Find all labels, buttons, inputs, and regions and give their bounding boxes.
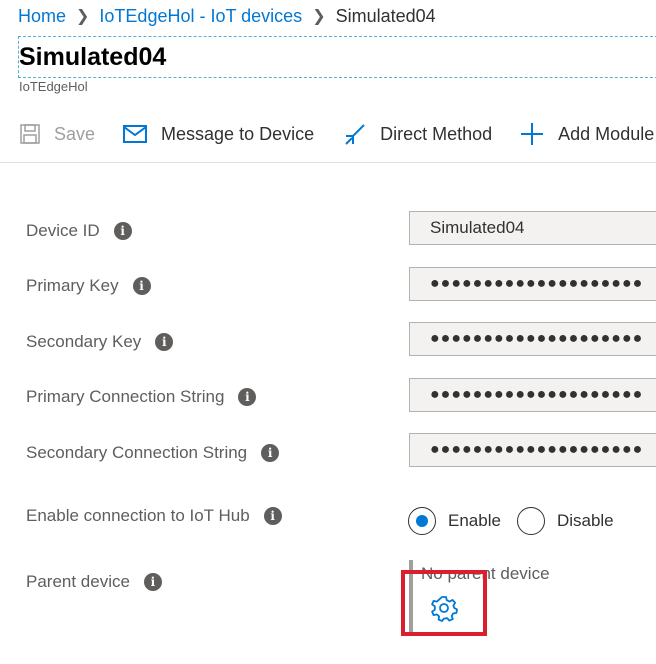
device-id-field[interactable]: Simulated04 [409, 211, 656, 245]
primary-key-label-text: Primary Key [26, 276, 119, 295]
breadcrumb: Home ❯ IoTEdgeHol - IoT devices ❯ Simula… [18, 4, 436, 28]
device-id-label-text: Device ID [26, 221, 100, 240]
title-focus-box: Simulated04 [18, 36, 656, 78]
secondary-key-field[interactable]: ●●●●●●●●●●●●●●●●●●●● [409, 322, 656, 356]
add-module-button[interactable]: Add Module [520, 110, 654, 158]
add-module-label: Add Module [558, 123, 655, 144]
secondary-connection-string-field[interactable]: ●●●●●●●●●●●●●●●●●●●● [409, 433, 656, 467]
info-icon[interactable]: i [155, 333, 174, 351]
breadcrumb-iot-devices[interactable]: IoTEdgeHol - IoT devices [99, 6, 302, 27]
page-subtitle: IoTEdgeHol [19, 79, 88, 94]
primary-connection-string-field[interactable]: ●●●●●●●●●●●●●●●●●●●● [409, 378, 656, 412]
page-title: Simulated04 [19, 43, 167, 71]
primary-key-field[interactable]: ●●●●●●●●●●●●●●●●●●●● [409, 267, 656, 301]
save-icon [20, 124, 40, 144]
save-label: Save [54, 123, 96, 144]
disable-radio[interactable]: Disable [516, 507, 614, 535]
chevron-right-icon: ❯ [312, 8, 326, 25]
enable-radio[interactable]: Enable [408, 507, 501, 535]
gear-icon[interactable] [430, 594, 458, 622]
secondary-connection-string-label-text: Secondary Connection String [26, 443, 248, 462]
message-to-device-label: Message to Device [161, 123, 315, 144]
message-to-device-button[interactable]: Message to Device [123, 110, 314, 158]
envelope-icon [123, 125, 148, 143]
plus-icon [521, 123, 544, 145]
chevron-right-icon: ❯ [76, 8, 90, 25]
device-id-label: Device ID i [26, 221, 132, 241]
direct-method-label: Direct Method [380, 123, 493, 144]
breadcrumb-home[interactable]: Home [18, 6, 66, 27]
radio-checked-icon[interactable] [408, 507, 436, 535]
info-icon[interactable]: i [143, 573, 162, 591]
secondary-key-label: Secondary Key i [26, 332, 174, 352]
direct-method-button[interactable]: Direct Method [344, 110, 492, 158]
parent-device-label: Parent device i [26, 572, 162, 592]
primary-key-label: Primary Key i [26, 276, 151, 296]
breadcrumb-current: Simulated04 [335, 5, 436, 26]
primary-connection-string-label: Primary Connection String i [26, 387, 257, 407]
toolbar-divider [0, 162, 656, 163]
primary-connection-string-label-text: Primary Connection String [26, 387, 225, 406]
command-bar: Save Message to Device Direct Method Add… [0, 110, 656, 158]
enable-connection-label: Enable connection to IoT Hub i [26, 506, 282, 526]
info-icon[interactable]: i [263, 507, 282, 525]
secondary-connection-string-label: Secondary Connection String i [26, 443, 280, 463]
save-button[interactable]: Save [20, 110, 95, 158]
info-icon[interactable]: i [132, 277, 151, 295]
info-icon[interactable]: i [113, 222, 132, 240]
enable-radio-label: Enable [448, 511, 501, 530]
info-icon[interactable]: i [238, 388, 257, 406]
radio-unchecked-icon[interactable] [516, 507, 545, 535]
direct-method-icon [345, 124, 365, 145]
parent-device-label-text: Parent device [26, 572, 130, 591]
info-icon[interactable]: i [261, 444, 280, 462]
enable-connection-label-text: Enable connection to IoT Hub [26, 506, 250, 525]
connection-radio-group: Enable Disable [408, 507, 630, 535]
disable-radio-label: Disable [556, 511, 614, 530]
secondary-key-label-text: Secondary Key [26, 332, 142, 351]
